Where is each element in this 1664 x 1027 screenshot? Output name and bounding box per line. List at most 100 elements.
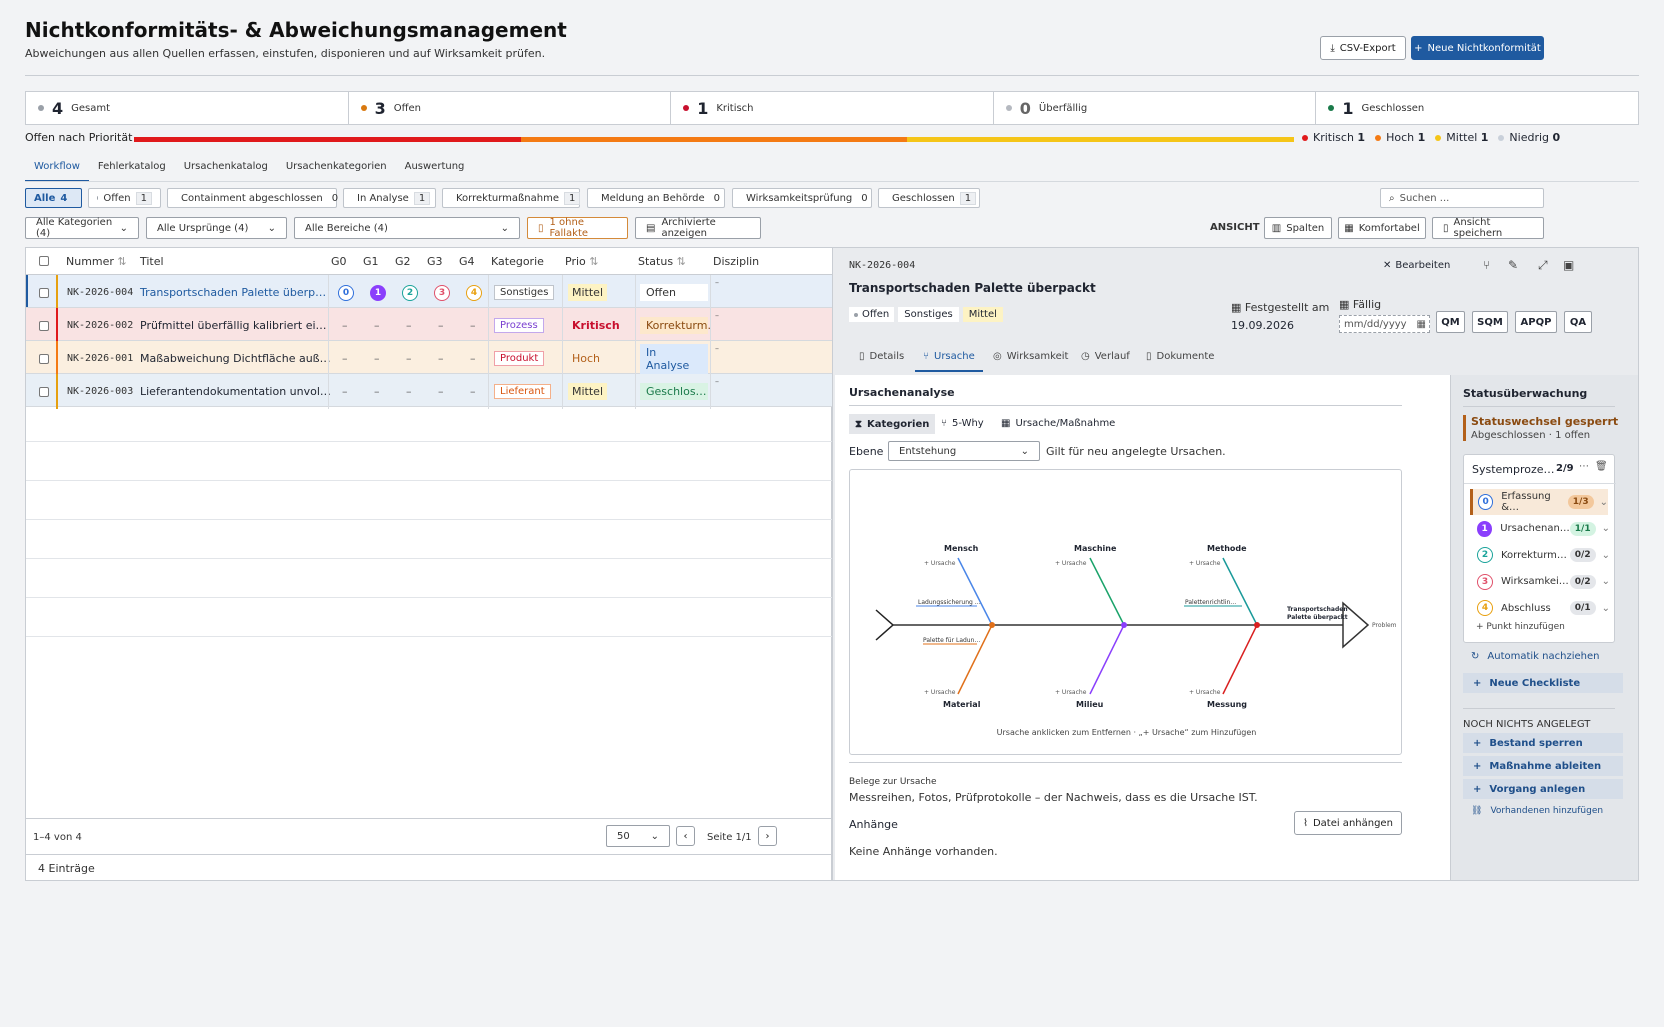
category-label[interactable]: Maschine — [1074, 544, 1116, 553]
row-title[interactable]: Maßabweichung Dichtfläche auß… — [140, 341, 331, 376]
add-cause-link[interactable]: + Ursache — [924, 689, 955, 696]
phase-item[interactable]: 3 Wirksamkei… 0/2 ⌄ — [1472, 569, 1610, 595]
cause-item[interactable]: Ladungssicherung … — [918, 599, 981, 606]
action-qa[interactable]: QA — [1564, 311, 1592, 333]
table-row[interactable]: NK-2026-001 Maßabweichung Dichtfläche auß… — [26, 341, 833, 376]
status-chip-meldung[interactable]: Meldung an Behörde 0 — [587, 188, 725, 208]
columns-button[interactable]: ▥ Spalten — [1264, 217, 1332, 239]
phase-item[interactable]: 0 Erfassung &… 1/3 ⌄ — [1470, 489, 1608, 515]
col-disziplin[interactable]: Disziplin — [713, 255, 759, 268]
row-checkbox[interactable] — [39, 320, 49, 331]
subtab-ursache-massnahme[interactable]: ▦ Ursache/Maßnahme — [1001, 418, 1115, 429]
detail-tab-wirksamkeit[interactable]: ◎ Wirksamkeit — [993, 351, 1068, 362]
add-cause-link[interactable]: + Ursache — [1189, 689, 1220, 696]
col-g2[interactable]: G2 — [395, 255, 411, 268]
subtab-5why[interactable]: ⑂ 5-Why — [941, 418, 984, 429]
status-chip-geschlossen[interactable]: Geschlossen 1 — [878, 188, 980, 208]
action-apqp[interactable]: APQP — [1515, 311, 1557, 333]
add-cause-link[interactable]: + Ursache — [924, 560, 955, 567]
ebene-select[interactable]: Entstehung ⌄ — [888, 441, 1040, 461]
search-input[interactable]: ⌕ Suchen ... — [1380, 188, 1544, 208]
chevron-down-icon[interactable]: ⌄ — [1602, 550, 1610, 561]
lock-stock-button[interactable]: + Bestand sperren — [1463, 733, 1623, 753]
checklist-title[interactable]: Systemproze… — [1472, 463, 1555, 476]
chevron-down-icon[interactable]: ⌄ — [1602, 576, 1610, 587]
category-filter[interactable]: Alle Kategorien (4) ⌄ — [25, 217, 139, 239]
new-checklist-button[interactable]: + Neue Checkliste — [1463, 673, 1623, 693]
edit-button[interactable]: ✕ Bearbeiten — [1383, 260, 1450, 271]
status-chip-offen[interactable]: Offen 1 — [88, 188, 161, 208]
tab-fehlerkatalog[interactable]: Fehlerkatalog — [89, 158, 175, 182]
chevron-down-icon[interactable]: ⌄ — [1600, 497, 1608, 508]
tab-ursachenkatalog[interactable]: Ursachenkatalog — [175, 158, 277, 182]
derive-measure-button[interactable]: + Maßnahme ableiten — [1463, 756, 1623, 776]
col-g4[interactable]: G4 — [459, 255, 475, 268]
add-cause-link[interactable]: + Ursache — [1189, 560, 1220, 567]
chevron-down-icon[interactable]: ⌄ — [1602, 523, 1610, 534]
cause-item[interactable]: Palette für Ladun… — [923, 637, 980, 644]
row-checkbox[interactable] — [39, 353, 49, 364]
kpi-gesamt[interactable]: 4 Gesamt — [26, 92, 349, 124]
trash-icon[interactable]: 🗑 — [1595, 461, 1608, 472]
detail-tab-verlauf[interactable]: ◷ Verlauf — [1081, 351, 1130, 362]
tab-workflow[interactable]: Workflow — [25, 158, 89, 182]
detail-tab-ursache[interactable]: ⑂ Ursache — [915, 351, 983, 372]
prev-page-button[interactable]: ‹ — [676, 826, 695, 846]
subtab-kategorien[interactable]: ⧗ Kategorien — [849, 414, 936, 434]
no-case-file-filter[interactable]: ▯ 1 ohne Fallakte — [527, 217, 628, 239]
more-icon[interactable]: ⋯ — [1579, 461, 1589, 472]
edit-note-icon[interactable]: ✎ — [1508, 258, 1518, 272]
chevron-down-icon[interactable]: ⌄ — [1602, 603, 1610, 614]
gate-3-icon[interactable]: 3 — [434, 284, 450, 301]
col-g3[interactable]: G3 — [427, 255, 443, 268]
col-status[interactable]: Status ⇅ — [638, 255, 686, 268]
add-cause-link[interactable]: + Ursache — [1055, 689, 1086, 696]
phase-item[interactable]: 4 Abschluss 0/1 ⌄ — [1472, 595, 1610, 621]
link-existing-button[interactable]: ⛓ Vorhandenen hinzufügen — [1471, 806, 1603, 816]
col-kategorie[interactable]: Kategorie — [491, 255, 544, 268]
gate-2-icon[interactable]: 2 — [402, 284, 418, 301]
col-titel[interactable]: Titel — [140, 255, 164, 268]
attach-file-button[interactable]: ⌇ Datei anhängen — [1294, 811, 1402, 835]
action-qm[interactable]: QM — [1436, 311, 1465, 333]
detail-tab-dokumente[interactable]: ▯ Dokumente — [1146, 351, 1214, 362]
expand-icon[interactable]: ⤢ — [1538, 258, 1548, 273]
phase-item[interactable]: 2 Korrekturm… 0/2 ⌄ — [1472, 542, 1610, 568]
action-sqm[interactable]: SQM — [1472, 311, 1508, 333]
add-point-link[interactable]: + Punkt hinzufügen — [1476, 622, 1565, 632]
status-chip-containment[interactable]: Containment abgeschlossen 0 — [167, 188, 338, 208]
gate-0-icon[interactable]: 0 — [338, 284, 354, 301]
tab-auswertung[interactable]: Auswertung — [396, 158, 474, 182]
auto-sync-button[interactable]: ↻ Automatik nachziehen — [1471, 651, 1599, 662]
phase-item[interactable]: 1 Ursachenan… 1/1 ⌄ — [1472, 516, 1610, 542]
branch-icon[interactable]: ⑂ — [1483, 258, 1490, 272]
col-g0[interactable]: G0 — [331, 255, 347, 268]
category-label[interactable]: Mensch — [944, 544, 978, 553]
origin-filter[interactable]: Alle Ursprünge (4) ⌄ — [146, 217, 287, 239]
archived-toggle[interactable]: ▤ Archivierte anzeigen — [635, 217, 761, 239]
select-all-checkbox[interactable] — [39, 256, 49, 266]
area-filter[interactable]: Alle Bereiche (4) ⌄ — [294, 217, 520, 239]
category-label[interactable]: Milieu — [1076, 700, 1103, 709]
kpi-ueberfaellig[interactable]: 0 Überfällig — [994, 92, 1317, 124]
table-row[interactable]: NK-2026-004 Transportschaden Palette über… — [26, 275, 833, 310]
panel-toggle-icon[interactable]: ▣ — [1563, 258, 1574, 272]
tab-ursachenkategorien[interactable]: Ursachenkategorien — [277, 158, 396, 182]
row-title[interactable]: Prüfmittel überfällig kalibriert ei… — [140, 308, 327, 343]
csv-export-button[interactable]: ⤓ CSV-Export — [1320, 36, 1406, 60]
row-title[interactable]: Lieferantendokumentation unvol… — [140, 374, 331, 409]
due-date-input[interactable]: mm/dd/yyyy ▦ — [1339, 315, 1430, 333]
add-cause-link[interactable]: + Ursache — [1055, 560, 1086, 567]
next-page-button[interactable]: › — [758, 826, 777, 846]
row-checkbox[interactable] — [39, 386, 49, 397]
kpi-offen[interactable]: 3 Offen — [349, 92, 672, 124]
new-nonconformity-button[interactable]: + Neue Nichtkonformität — [1411, 36, 1544, 60]
create-process-button[interactable]: + Vorgang anlegen — [1463, 779, 1623, 799]
col-nummer[interactable]: Nummer ⇅ — [66, 255, 127, 268]
cause-item[interactable]: Palettenrichtlin… — [1185, 599, 1236, 606]
detail-tab-details[interactable]: ▯ Details — [859, 351, 904, 362]
category-label[interactable]: Methode — [1207, 544, 1247, 553]
table-row[interactable]: NK-2026-003 Lieferantendokumentation unvo… — [26, 374, 833, 409]
page-size-select[interactable]: 50 ⌄ — [606, 825, 670, 847]
table-row[interactable]: NK-2026-002 Prüfmittel überfällig kalibri… — [26, 308, 833, 343]
